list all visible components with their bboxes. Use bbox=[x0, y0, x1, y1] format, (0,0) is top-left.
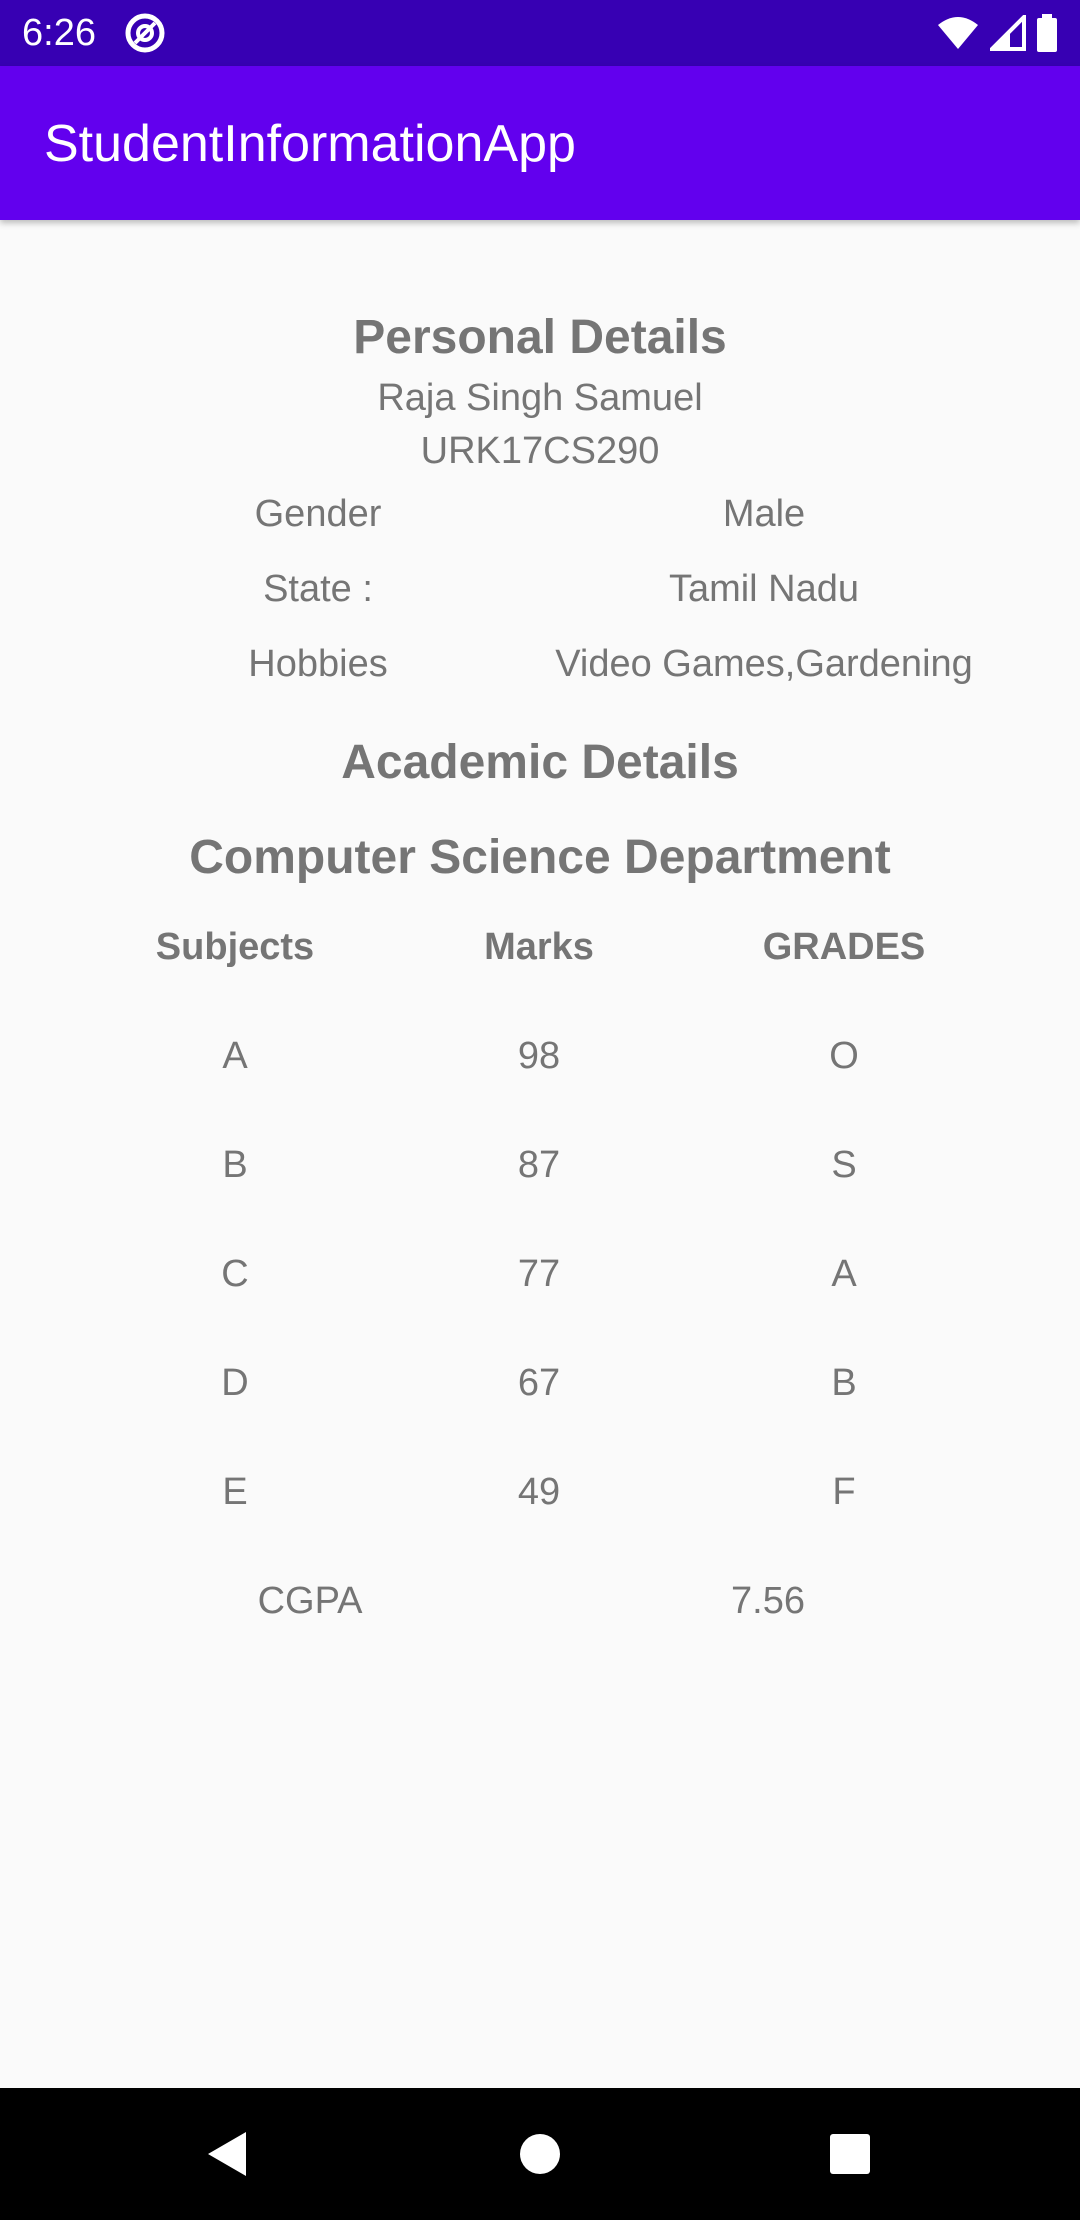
subject-cell: E bbox=[222, 1471, 248, 1513]
content: Personal Details Raja Singh Samuel URK17… bbox=[0, 220, 1080, 2088]
academic-details-heading: Academic Details bbox=[341, 736, 739, 789]
recents-icon[interactable] bbox=[818, 2122, 882, 2186]
hobbies-value: Video Games,Gardening bbox=[555, 643, 973, 685]
grade-cell: A bbox=[831, 1253, 857, 1295]
department-heading: Computer Science Department bbox=[189, 831, 891, 884]
app-title: StudentInformationApp bbox=[44, 115, 576, 173]
app-bar: StudentInformationApp bbox=[0, 66, 1080, 220]
gender-value: Male bbox=[722, 493, 806, 535]
state-label: State : bbox=[263, 568, 373, 610]
marks-cell: 49 bbox=[517, 1471, 561, 1513]
grade-cell: O bbox=[829, 1035, 859, 1077]
wifi-icon bbox=[938, 17, 978, 49]
home-icon[interactable] bbox=[508, 2122, 572, 2186]
grade-cell: B bbox=[831, 1362, 857, 1404]
cgpa-label: CGPA bbox=[257, 1580, 363, 1622]
state-value: Tamil Nadu bbox=[668, 568, 860, 610]
navigation-bar bbox=[0, 2088, 1080, 2220]
personal-details-heading: Personal Details bbox=[353, 311, 727, 364]
subject-cell: B bbox=[222, 1144, 248, 1186]
marks-cell: 77 bbox=[517, 1253, 561, 1295]
subjects-column-header: Subjects bbox=[155, 926, 315, 968]
marks-column-header: Marks bbox=[484, 926, 594, 968]
subject-cell: C bbox=[221, 1253, 249, 1295]
grade-cell: S bbox=[831, 1144, 857, 1186]
back-icon[interactable] bbox=[196, 2122, 260, 2186]
gender-label: Gender bbox=[254, 493, 382, 535]
cgpa-value: 7.56 bbox=[731, 1580, 805, 1622]
marks-cell: 87 bbox=[517, 1144, 561, 1186]
subject-cell: D bbox=[221, 1362, 249, 1404]
battery-icon bbox=[1037, 14, 1057, 52]
hobbies-label: Hobbies bbox=[248, 643, 388, 685]
status-time: 6:26 bbox=[22, 12, 96, 54]
grade-cell: F bbox=[832, 1471, 856, 1513]
grades-column-header: GRADES bbox=[762, 926, 926, 968]
at-sign-icon bbox=[125, 13, 165, 53]
status-bar: 6:26 bbox=[0, 0, 1080, 66]
student-name: Raja Singh Samuel bbox=[377, 377, 703, 419]
subject-cell: A bbox=[222, 1035, 248, 1077]
status-icons bbox=[936, 14, 1058, 52]
marks-cell: 98 bbox=[517, 1035, 561, 1077]
register-number: URK17CS290 bbox=[420, 430, 660, 472]
cellular-signal-icon bbox=[990, 15, 1026, 51]
marks-cell: 67 bbox=[517, 1362, 561, 1404]
